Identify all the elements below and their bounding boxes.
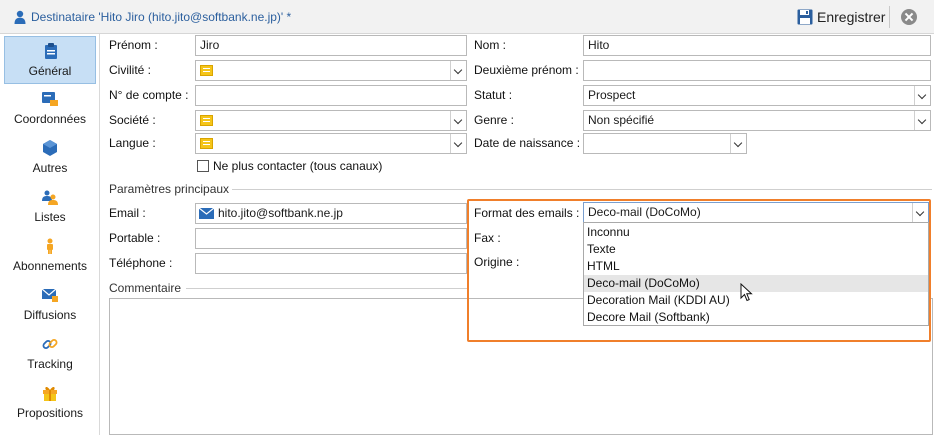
societe-label: Société : <box>109 113 156 127</box>
sidebar-item-listes[interactable]: Listes <box>4 183 96 231</box>
enumeration-icon <box>200 115 213 126</box>
person-icon <box>47 238 53 254</box>
highlight-frame <box>467 199 931 342</box>
sidebar-item-label: Autres <box>32 161 68 175</box>
email-label: Email : <box>109 206 146 220</box>
chevron-down-icon[interactable] <box>914 86 930 105</box>
sidebar-item-label: Diffusions <box>23 308 77 322</box>
chevron-down-icon[interactable] <box>450 61 466 80</box>
portable-input[interactable] <box>195 228 467 249</box>
naissance-label: Date de naissance : <box>474 136 581 150</box>
floppy-disk-icon <box>797 9 813 25</box>
deuxieme-prenom-label: Deuxième prénom : <box>474 63 579 77</box>
save-button-label: Enregistrer <box>817 9 886 25</box>
cube-icon <box>43 140 57 156</box>
civilite-select[interactable] <box>195 60 467 81</box>
sidebar-item-label: Général <box>28 64 72 78</box>
sidebar-item-propositions[interactable]: Propositions <box>4 379 96 427</box>
gift-icon <box>43 386 57 401</box>
section-divider <box>232 189 932 190</box>
ne-plus-contacter-label: Ne plus contacter (tous canaux) <box>213 159 383 173</box>
contact-card-icon <box>42 92 58 106</box>
sidebar-item-tracking[interactable]: Tracking <box>4 330 96 378</box>
sidebar: Général Coordonnées Autres Listes Abonne… <box>0 34 100 435</box>
mail-icon <box>42 288 58 302</box>
sidebar-item-general[interactable]: Général <box>4 36 96 84</box>
sidebar-item-autres[interactable]: Autres <box>4 134 96 182</box>
naissance-select[interactable] <box>583 133 747 154</box>
close-icon[interactable] <box>901 9 917 25</box>
genre-value: Non spécifié <box>588 113 655 127</box>
sidebar-item-diffusions[interactable]: Diffusions <box>4 281 96 329</box>
chevron-down-icon[interactable] <box>914 111 930 130</box>
genre-select[interactable]: Non spécifié <box>583 110 931 131</box>
sidebar-item-label: Listes <box>34 210 66 224</box>
nom-label: Nom : <box>474 38 507 52</box>
chevron-down-icon[interactable] <box>450 111 466 130</box>
prenom-input[interactable]: Jiro <box>195 35 467 56</box>
societe-select[interactable] <box>195 110 467 131</box>
enumeration-icon <box>200 138 213 149</box>
email-value: hito.jito@softbank.ne.jp <box>218 206 343 220</box>
enumeration-icon <box>200 65 213 76</box>
mouse-cursor-icon <box>740 283 753 302</box>
nom-input[interactable]: Hito <box>583 35 931 56</box>
group-icon <box>42 190 58 205</box>
statut-value: Prospect <box>588 88 636 102</box>
sidebar-item-label: Abonnements <box>12 259 88 273</box>
ne-plus-contacter-checkbox[interactable] <box>197 160 209 172</box>
toolbar-separator <box>889 6 890 28</box>
chevron-down-icon[interactable] <box>730 134 746 153</box>
window-title: Destinataire 'Hito Jiro (hito.jito@softb… <box>31 10 292 24</box>
sidebar-item-label: Propositions <box>16 406 84 420</box>
save-button[interactable]: Enregistrer <box>793 6 889 28</box>
sidebar-item-abonnements[interactable]: Abonnements <box>4 232 96 280</box>
langue-select[interactable] <box>195 133 467 154</box>
sidebar-item-label: Coordonnées <box>13 112 87 126</box>
statut-label: Statut : <box>474 88 513 102</box>
prenom-label: Prénom : <box>109 38 158 52</box>
compte-label: N° de compte : <box>109 88 189 102</box>
civilite-label: Civilité : <box>109 63 152 77</box>
sidebar-item-coordonnees[interactable]: Coordonnées <box>4 85 96 133</box>
telephone-label: Téléphone : <box>109 256 173 270</box>
commentaire-label: Commentaire <box>109 281 182 295</box>
compte-input[interactable] <box>195 85 467 106</box>
genre-label: Genre : <box>474 113 515 127</box>
langue-label: Langue : <box>109 136 156 150</box>
title-bar: Destinataire 'Hito Jiro (hito.jito@softb… <box>0 0 934 34</box>
portable-label: Portable : <box>109 231 161 245</box>
user-icon <box>14 10 26 24</box>
sidebar-item-label: Tracking <box>27 357 73 371</box>
deuxieme-prenom-input[interactable] <box>583 60 931 81</box>
section-divider <box>186 288 468 289</box>
email-input[interactable]: hito.jito@softbank.ne.jp <box>195 203 467 224</box>
clipboard-icon <box>45 43 57 59</box>
envelope-icon <box>199 208 214 219</box>
link-icon <box>42 339 58 349</box>
chevron-down-icon[interactable] <box>450 134 466 153</box>
section-title-parametres: Paramètres principaux <box>109 182 230 196</box>
telephone-input[interactable] <box>195 253 467 274</box>
statut-select[interactable]: Prospect <box>583 85 931 106</box>
